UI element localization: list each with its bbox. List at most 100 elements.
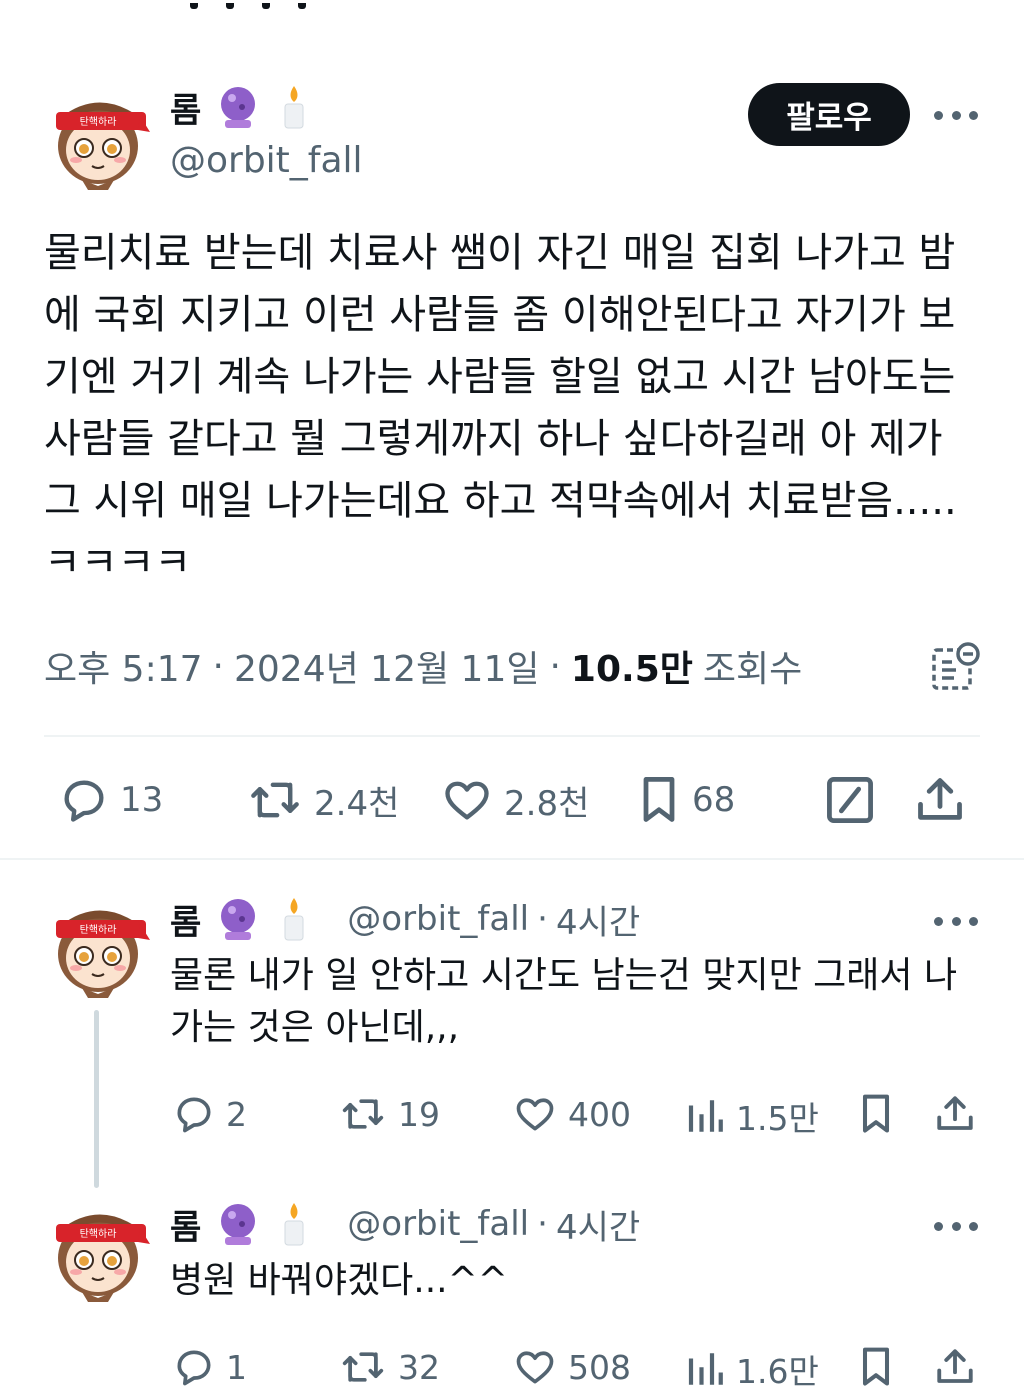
meta-separator: ·	[537, 1204, 548, 1244]
like-count: 400	[568, 1094, 631, 1134]
crystal-ball-icon	[215, 896, 261, 942]
heart-icon	[445, 781, 489, 820]
reply-text: 병원 바꿔야겠다...^^	[170, 1255, 508, 1307]
retweet-button[interactable]: 32	[338, 1345, 440, 1389]
tweet-text-line: 에 국회 지키고 이런 사람들 좀 이해안된다고 자기가 보	[44, 292, 956, 338]
candle-icon	[271, 1201, 317, 1247]
avatar[interactable]: 탄핵하라	[46, 86, 150, 190]
like-button[interactable]: 508	[512, 1345, 631, 1389]
reply-count: 13	[120, 780, 164, 820]
follow-button[interactable]: 팔로우	[748, 83, 910, 146]
reply-text: 물론 내가 일 안하고 시간도 남는건 맞지만 그래서 나 가는 것은 아닌데,…	[170, 950, 957, 1054]
headband-text: 탄핵하라	[80, 923, 117, 936]
avatar-illustration: 탄핵하라	[56, 1214, 150, 1302]
headband-text: 탄핵하라	[80, 115, 117, 128]
share-button[interactable]	[914, 774, 966, 826]
reply-button[interactable]: 2	[172, 1092, 247, 1136]
heart-icon	[516, 1098, 554, 1131]
grok-icon	[827, 777, 873, 823]
retweet-icon	[342, 1352, 384, 1382]
more-options-icon[interactable]	[934, 105, 978, 125]
author-row: 롬	[170, 82, 327, 132]
bookmark-count: 68	[692, 780, 736, 820]
reply-icon	[177, 1097, 211, 1133]
reply-text-line: 병원 바꿔야겠다...^^	[170, 1260, 508, 1301]
avatar[interactable]: 탄핵하라	[46, 894, 150, 998]
divider	[44, 735, 980, 737]
share-icon	[918, 778, 962, 820]
bookmark-button[interactable]: 68	[636, 774, 735, 826]
retweet-icon	[342, 1099, 384, 1129]
meta-separator: ·	[549, 645, 561, 687]
reply-author-row: 롬 @orbit_fall · 4시간	[170, 1199, 640, 1249]
share-icon	[937, 1349, 973, 1383]
like-count: 2.8천	[504, 783, 590, 824]
author-name[interactable]: 롬	[170, 895, 201, 944]
grok-button[interactable]	[824, 774, 876, 826]
reply-text-line: 물론 내가 일 안하고 시간도 남는건 맞지만 그래서 나	[170, 955, 958, 996]
retweet-button[interactable]: 19	[338, 1092, 440, 1136]
reply-handle[interactable]: @orbit_fall	[347, 1204, 529, 1244]
retweet-count: 19	[398, 1094, 440, 1134]
author-name[interactable]: 롬	[170, 1200, 201, 1249]
tweet-date[interactable]: 2024년 12월 11일	[234, 640, 539, 692]
crystal-ball-icon	[215, 84, 261, 130]
views-count: 1.5만	[736, 1099, 819, 1138]
reply-icon	[64, 780, 104, 822]
headband-text: 탄핵하라	[80, 1227, 117, 1240]
avatar[interactable]: 탄핵하라	[46, 1198, 150, 1302]
retweet-icon	[251, 782, 299, 818]
tweet-text-line: 사람들 같다고 뭘 그렇게까지 하나 싶다하길래 아 제가	[44, 416, 943, 462]
tweet-time[interactable]: 오후 5:17	[44, 640, 203, 692]
meta-separator: ·	[537, 899, 548, 939]
reply-text-line: 가는 것은 아닌데,,,	[170, 1007, 460, 1048]
views-button[interactable]: 1.5만	[684, 1092, 819, 1140]
bookmark-button[interactable]	[856, 1092, 896, 1136]
views-chart-icon	[688, 1353, 723, 1385]
tweet-text: 물리치료 받는데 치료사 쌤이 자긴 매일 집회 나가고 밤 에 국회 지키고 …	[44, 222, 984, 594]
tweet-text-line: 물리치료 받는데 치료사 쌤이 자긴 매일 집회 나가고 밤	[44, 230, 956, 276]
divider	[0, 858, 1024, 860]
tweet-text-line: 그 시위 매일 나가는데요 하고 적막속에서 치료받음.....	[44, 478, 957, 524]
author-name[interactable]: 롬	[170, 83, 201, 132]
reply-handle[interactable]: @orbit_fall	[347, 899, 529, 939]
share-icon	[937, 1096, 973, 1130]
reply-button[interactable]: 13	[58, 774, 163, 826]
avatar-illustration: 탄핵하라	[56, 102, 150, 190]
candle-icon	[271, 84, 317, 130]
retweet-button[interactable]: 2.4천	[246, 774, 399, 826]
candle-icon	[271, 896, 317, 942]
like-button[interactable]: 2.8천	[440, 774, 589, 826]
meta-separator: ·	[212, 645, 224, 687]
bookmark-icon	[862, 1094, 890, 1133]
like-count: 508	[568, 1347, 631, 1387]
views-chart-icon	[688, 1100, 723, 1132]
heart-icon	[516, 1351, 554, 1384]
post-analytics-icon[interactable]	[928, 640, 982, 694]
views-count: 10.5만	[570, 649, 693, 690]
reply-button[interactable]: 1	[172, 1345, 247, 1389]
views-button[interactable]: 1.6만	[684, 1345, 819, 1393]
bookmark-button[interactable]	[856, 1345, 896, 1389]
more-options-icon[interactable]	[934, 1216, 978, 1236]
views-count: 1.6만	[736, 1352, 819, 1391]
retweet-count: 32	[398, 1347, 440, 1387]
previous-content-sliver	[190, 0, 350, 9]
tweet-text-line: ㅋㅋㅋㅋ	[44, 540, 192, 586]
reply-time[interactable]: 4시간	[556, 1200, 640, 1249]
avatar-illustration: 탄핵하라	[56, 910, 150, 998]
tweet-text-line: 기엔 거기 계속 나가는 사람들 할일 없고 시간 남아도는	[44, 354, 956, 400]
reply-time[interactable]: 4시간	[556, 895, 640, 944]
bookmark-icon	[643, 777, 675, 822]
share-button[interactable]	[934, 1092, 976, 1136]
like-button[interactable]: 400	[512, 1092, 631, 1136]
reply-author-row: 롬 @orbit_fall · 4시간	[170, 894, 640, 944]
author-handle[interactable]: @orbit_fall	[170, 140, 363, 181]
crystal-ball-icon	[215, 1201, 261, 1247]
more-options-icon[interactable]	[934, 911, 978, 931]
bookmark-icon	[862, 1347, 890, 1386]
share-button[interactable]	[934, 1345, 976, 1389]
reply-count: 2	[226, 1094, 247, 1134]
retweet-count: 2.4천	[314, 783, 400, 824]
thread-connector	[94, 1010, 99, 1188]
